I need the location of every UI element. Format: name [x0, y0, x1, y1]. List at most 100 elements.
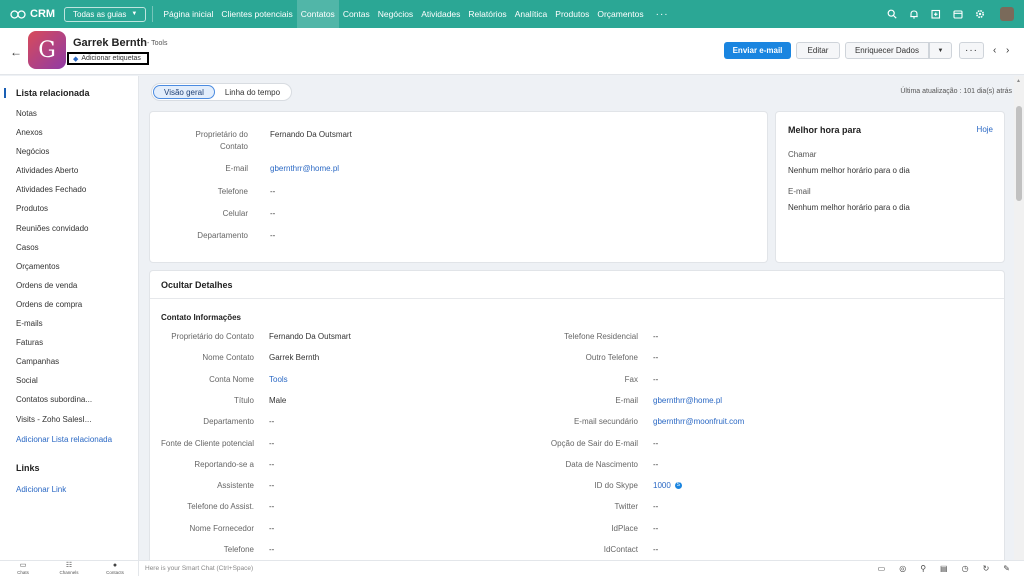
add-link[interactable]: Adicionar Link [16, 485, 66, 494]
detail-field-value[interactable]: 1000 S [653, 481, 682, 490]
screen-share-icon[interactable]: ▭ [878, 564, 886, 573]
add-related-list-link[interactable]: Adicionar Lista relacionada [16, 435, 112, 444]
edit-button[interactable]: Editar [796, 42, 840, 59]
enrich-data-button[interactable]: Enriquecer Dados [845, 42, 929, 59]
sidebar-item[interactable]: E-mails [16, 319, 92, 338]
clipboard-icon[interactable]: ▤ [940, 564, 948, 573]
contact-account[interactable]: - Tools [147, 40, 168, 47]
sidebar-item[interactable]: Contatos subordina... [16, 395, 92, 414]
tab-timeline[interactable]: Linha do tempo [215, 85, 290, 99]
sidebar-item[interactable]: Social [16, 376, 92, 395]
best-time-today-link[interactable]: Hoje [977, 125, 993, 134]
overview-field-label: Proprietário do Contato [195, 130, 248, 151]
nav-tab[interactable]: Relatórios [464, 0, 510, 28]
back-arrow-icon[interactable]: ← [10, 45, 22, 59]
user-avatar[interactable] [1000, 7, 1014, 21]
detail-field-value: -- [269, 417, 274, 426]
bicycle-icon[interactable]: ⚲ [920, 564, 926, 573]
sidebar-item[interactable]: Reuniões convidado [16, 224, 92, 243]
scroll-up-icon[interactable]: ▲ [1016, 78, 1021, 84]
smart-chat-input[interactable]: Here is your Smart Chat (Ctrl+Space) [138, 560, 838, 576]
detail-field-label: Conta Nome [209, 374, 254, 384]
detail-field-value: -- [269, 502, 274, 511]
detail-field-value-text: -- [269, 481, 275, 491]
detail-field-value[interactable]: gbernthrr@home.pl [653, 396, 722, 405]
page-scrollbar[interactable]: ▲ [1014, 76, 1024, 560]
nav-tab[interactable]: Contatos [296, 0, 339, 28]
sidebar-item[interactable]: Notas [16, 109, 92, 128]
sidebar-item[interactable]: Atividades Fechado [16, 185, 92, 204]
skype-icon[interactable]: S [674, 482, 682, 490]
sidebar-item[interactable]: Visits - Zoho SalesI... [16, 415, 92, 434]
detail-field-label: Título [233, 395, 254, 405]
nav-tab[interactable]: Atividades [417, 0, 464, 28]
detail-field-value-text: Tools [269, 374, 288, 384]
nav-tab[interactable]: Clientes potenciais [217, 0, 296, 28]
nav-tab[interactable]: Produtos [551, 0, 593, 28]
gamepad-icon[interactable]: ◎ [899, 564, 906, 573]
add-record-icon[interactable] [930, 9, 941, 20]
detail-field-label: Fax [624, 374, 638, 384]
refresh-icon[interactable]: ↻ [983, 564, 990, 573]
next-record-icon[interactable]: › [1006, 45, 1009, 56]
all-tabs-dropdown[interactable]: Todas as guias ▼ [64, 6, 147, 22]
chats-button[interactable]: ▭ Chats [0, 562, 46, 575]
sidebar-item[interactable]: Ordens de compra [16, 300, 92, 319]
more-actions-button[interactable]: ··· [959, 42, 984, 59]
related-list-title: Lista relacionada [16, 88, 90, 98]
detail-field-value-text: Garrek Bernth [269, 353, 320, 363]
detail-field-value-text: -- [269, 459, 275, 469]
sidebar-item[interactable]: Faturas [16, 338, 92, 357]
more-modules-button[interactable]: ··· [648, 9, 677, 20]
collapse-sidebar-handle[interactable] [4, 88, 6, 98]
contact-info-section-title: Contato Informações [161, 313, 242, 322]
send-email-button[interactable]: Enviar e-mail [724, 42, 791, 59]
add-tags-button[interactable]: ◆ Adicionar etiquetas [67, 52, 149, 65]
detail-field-value: -- [269, 460, 274, 469]
best-time-email-value: Nenhum melhor horário para o dia [788, 203, 910, 212]
detail-field-value-text: -- [653, 523, 659, 533]
sidebar-item[interactable]: Anexos [16, 128, 92, 147]
contacts-label: Contacts [106, 570, 124, 575]
detail-field-value-text: -- [269, 502, 275, 512]
overview-field-label: E-mail [225, 164, 248, 173]
nav-tab[interactable]: Contas [339, 0, 374, 28]
sidebar-item[interactable]: Campanhas [16, 357, 92, 376]
overview-field-value[interactable]: gbernthrr@home.pl [270, 163, 339, 175]
search-icon[interactable] [886, 9, 897, 20]
overview-field-label: Celular [222, 209, 248, 218]
hide-details-toggle[interactable]: Ocultar Detalhes [161, 280, 233, 290]
chat-icon: ▭ [19, 562, 27, 569]
pencil-icon[interactable]: ✎ [1003, 564, 1010, 573]
calendar-icon[interactable] [952, 9, 963, 20]
sidebar-item[interactable]: Negócios [16, 147, 92, 166]
nav-tab[interactable]: Orçamentos [593, 0, 647, 28]
bell-icon[interactable] [908, 9, 919, 20]
tag-icon: ◆ [73, 55, 79, 63]
sidebar-item[interactable]: Ordens de venda [16, 281, 92, 300]
nav-tab[interactable]: Negócios [374, 0, 417, 28]
sidebar-item[interactable]: Atividades Aberto [16, 166, 92, 185]
channels-button[interactable]: ☷ Channels [46, 562, 92, 575]
scrollbar-thumb[interactable] [1016, 106, 1022, 201]
links-title: Links [16, 463, 40, 473]
sidebar-item[interactable]: Orçamentos [16, 262, 92, 281]
previous-record-icon[interactable]: ‹ [993, 45, 996, 56]
contacts-button[interactable]: ● Contacts [92, 562, 138, 575]
nav-tab[interactable]: Analítica [511, 0, 552, 28]
sidebar-item[interactable]: Produtos [16, 204, 92, 223]
detail-field-label: Proprietário do Contato [171, 332, 254, 341]
alarm-icon[interactable]: ◷ [962, 564, 969, 573]
gear-icon[interactable] [974, 9, 985, 20]
enrich-dropdown-chevron-icon[interactable]: ▼ [929, 42, 952, 59]
nav-tab[interactable]: Página inicial [159, 0, 217, 28]
detail-field-label: Telefone [223, 545, 254, 554]
crm-logo[interactable]: CRM [0, 8, 60, 20]
detail-field-label: IdContact [603, 545, 638, 554]
all-tabs-label: Todas as guias [73, 9, 127, 19]
tab-overview[interactable]: Visão geral [153, 85, 215, 99]
overview-field-label: Departamento [197, 231, 248, 240]
detail-field-value[interactable]: Tools [269, 375, 288, 384]
detail-field-value[interactable]: gbernthrr@moonfruit.com [653, 417, 744, 426]
sidebar-item[interactable]: Casos [16, 243, 92, 262]
